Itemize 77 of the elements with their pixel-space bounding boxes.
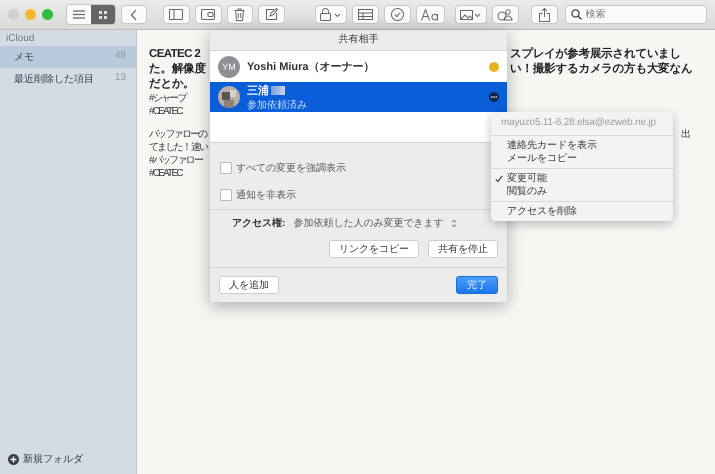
sidebar-icon [169,9,184,20]
share-button[interactable] [530,5,558,24]
access-popup-button[interactable]: 参加依頼した人のみ変更できます [291,214,460,232]
new-folder-button[interactable]: 新規フォルダ [0,452,136,474]
done-button[interactable]: 完了 [456,276,498,294]
note-text: た。解像度 [149,62,206,77]
menu-item[interactable]: 閲覧のみ [491,185,673,198]
list-icon [72,10,85,19]
image-icon [460,8,482,20]
account-heading: iCloud [5,32,36,46]
list-view-button[interactable] [67,5,91,24]
checklist-button[interactable] [384,5,411,24]
note-text: スプレイが参考展示されていまし [510,47,682,62]
sidebar-toggle-button[interactable] [162,5,190,24]
folder-item[interactable]: メモ 48 [0,46,136,68]
participant-row[interactable]: YM Yoshi Miura（オーナー） [210,51,507,82]
note-text: バッファローの [149,128,206,141]
copy-link-button[interactable]: リンクをコピー [329,240,419,258]
folder-item[interactable]: 最近削除した項目 13 [0,68,136,90]
chevron-left-icon [130,8,138,20]
participant-name: 三浦 [247,82,482,98]
note-text: 出 [681,128,692,141]
compose-icon [265,8,278,21]
note-count: 13 [114,72,126,85]
note-text: CEATEC 2 [149,47,200,62]
checkmark-icon [495,174,503,182]
stop-sharing-button[interactable]: 共有を停止 [428,240,498,258]
participant-row[interactable]: 三浦 参加依頼済み [210,82,507,112]
table-icon [358,9,374,20]
trash-icon [234,8,246,21]
more-icon[interactable] [489,92,499,102]
folder-name: 最近削除した項目 [14,72,94,86]
table-button[interactable] [352,5,380,24]
menu-item[interactable]: メールをコピー [491,152,673,165]
add-person-button[interactable]: 人を追加 [219,276,279,294]
note-text: #CEATEC [149,167,182,180]
participant-name: Yoshi Miura（オーナー） [247,60,376,74]
compose-button[interactable] [258,5,286,24]
gallery-view-button[interactable] [90,5,115,24]
checkbox[interactable] [220,189,232,201]
delete-button[interactable] [226,5,254,24]
participant-status: 参加依頼済み [247,98,308,112]
access-label: アクセス権: [232,216,286,230]
folder-name: メモ [14,51,34,64]
lock-menu-button[interactable] [315,5,348,24]
folder-icon [201,9,216,20]
search-field[interactable]: 検索 [564,5,708,24]
media-menu-button[interactable] [454,5,487,24]
note-count: 48 [114,50,126,63]
menu-item[interactable]: アクセスを削除 [491,205,673,218]
note-text: い！撮影するカメラの方も大変なん [510,62,692,77]
person-icon [497,8,514,21]
note-text: だとか。 [149,77,195,92]
lock-icon [320,8,342,21]
search-icon [570,9,582,20]
share-icon [538,8,550,22]
note-text: #バッファロー [149,154,202,167]
search-input[interactable]: 検索 [586,9,696,20]
avatar-icon [218,86,240,108]
format-button[interactable] [416,5,445,24]
checkbox-label: 通知を非表示 [236,188,296,202]
plus-circle-icon [8,454,19,464]
back-button[interactable] [120,5,147,24]
up-down-chevron-icon [451,218,458,228]
note-text: #シャープ [149,92,186,105]
collaborate-button[interactable] [492,5,519,24]
text-format-icon [421,8,440,20]
grid-icon [98,10,108,20]
avatar: YM [218,56,240,78]
note-text: てました！ 速い [149,141,208,154]
checkbox[interactable] [220,162,232,174]
checkmark-circle-icon [391,8,404,21]
photo-browser-button[interactable] [194,5,222,24]
menu-item[interactable]: 連絡先カードを表示 [491,139,673,152]
note-text: #CEATEC [149,105,182,118]
menu-item[interactable]: 変更可能 [491,172,673,185]
checkbox-label: すべての変更を強調表示 [236,162,346,175]
